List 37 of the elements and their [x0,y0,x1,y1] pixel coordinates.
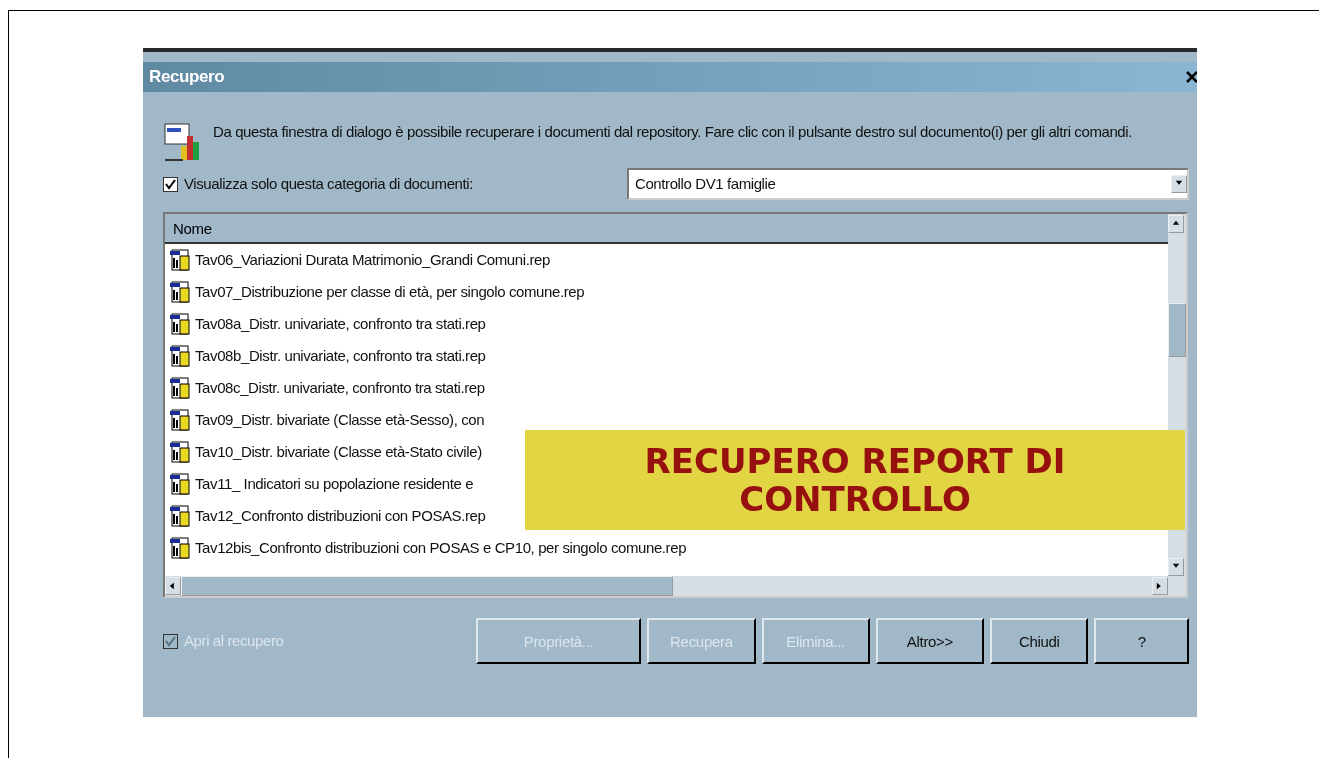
scrollbar-thumb[interactable] [1168,303,1186,357]
report-file-icon [169,504,193,528]
scrollbar-thumb[interactable] [181,576,673,596]
document-item[interactable]: Tav07_Distribuzione per classe di età, per singolo comune.rep [195,282,585,302]
document-item[interactable]: Tav09_Distr. bivariate (Classe età-Sesso), con [195,410,485,430]
arrow-icon [1172,220,1180,228]
document-item[interactable]: Tav12bis_Confronto distribuzioni con POSAS e CP10, per singolo comune.rep [195,538,687,558]
report-file-icon [169,472,193,496]
category-dropdown[interactable]: Controllo DV1 famiglie [627,168,1189,200]
document-item[interactable]: Tav11_ Indicatori su popolazione residente e [195,474,474,494]
close-icon[interactable] [1185,70,1197,84]
window-title: Recupero [149,67,225,87]
dialog-button[interactable]: ? [1094,618,1189,664]
report-file-icon [169,536,193,560]
column-header[interactable]: Nome [165,214,1168,244]
description-text: Da questa finestra di dialogo è possibile recuperare i documenti dal repository. Fare clic con il pulsante destro sul documento(i) per gli altri comandi. [213,122,1133,142]
dialog-button[interactable]: Chiudi [990,618,1089,664]
document-item[interactable]: Tav10_Distr. bivariate (Classe età-Stato civile) [195,442,482,462]
report-file-icon [169,248,193,272]
document-item[interactable]: Tav08c_Distr. univariate, confronto tra stati.rep [195,378,485,398]
report-file-icon [169,440,193,464]
report-file-icon [169,280,193,304]
report-file-icon [169,408,193,432]
document-item[interactable]: Tav12_Confronto distribuzioni con POSAS.rep [195,506,486,526]
document-item[interactable]: Tav06_Variazioni Durata Matrimonio_Grandi Comuni.rep [195,250,550,270]
caption-text: RECUPERO REPORT DI CONTROLLO [643,442,1067,518]
report-file-icon [169,312,193,336]
document-item[interactable]: Tav08b_Distr. univariate, confronto tra stati.rep [195,346,486,366]
report-file-icon [169,344,193,368]
horizontal-scrollbar[interactable] [165,576,1168,596]
category-checkbox[interactable] [163,176,178,192]
document-item[interactable]: Tav08a_Distr. univariate, confronto tra stati.rep [195,314,486,334]
dialog-button[interactable]: Altro>> [875,618,985,664]
category-filter-label: Visualizza solo questa categoria di documenti: [184,174,473,194]
report-file-icon [169,376,193,400]
open-on-retrieve-label: Apri al recupero [184,631,284,651]
arrow-icon [169,582,177,590]
